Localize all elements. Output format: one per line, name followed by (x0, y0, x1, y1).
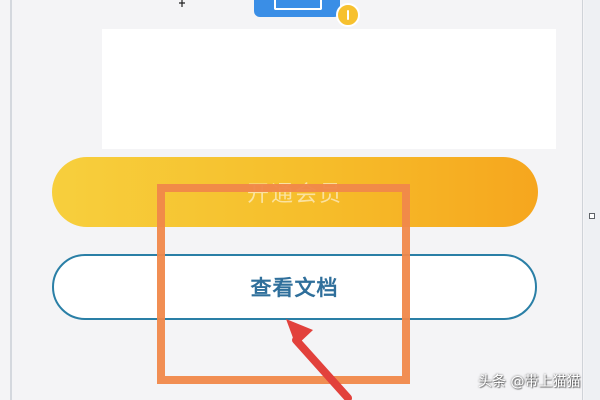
page-edge-left (10, 0, 12, 400)
view-document-button[interactable]: 查看文档 (52, 254, 537, 320)
page-edge-right (582, 0, 583, 400)
scrollbar-thumb[interactable] (589, 213, 595, 219)
scrollbar-track[interactable] (584, 0, 600, 400)
red-arrow-icon (286, 319, 352, 400)
laptop-screen (274, 0, 322, 10)
open-membership-button[interactable]: 开通会员 (52, 157, 538, 227)
coin-mark (347, 10, 349, 20)
coin-icon (336, 3, 360, 27)
watermark-text: 头条 @带上猫猫 (478, 374, 581, 390)
laptop-icon (254, 0, 340, 17)
content-panel (102, 29, 556, 149)
cursor-icon (179, 0, 185, 7)
